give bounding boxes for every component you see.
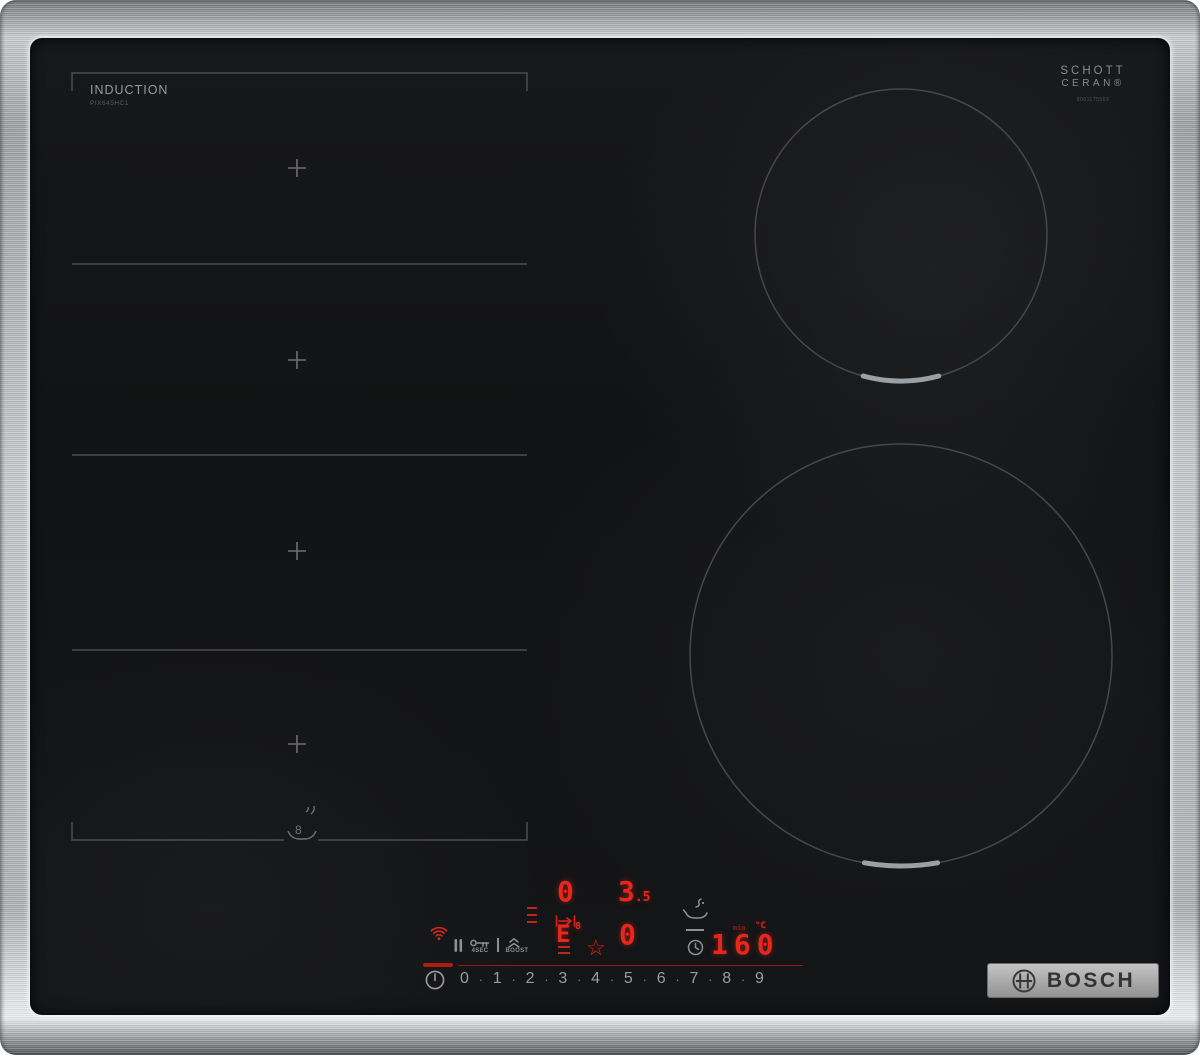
clock-icon <box>687 939 704 956</box>
induction-label: INDUCTION <box>90 83 169 97</box>
cooking-zone-top-ring <box>754 88 1048 382</box>
flex-zone-outline <box>71 72 528 841</box>
cooking-zone-bottom-marker <box>861 860 941 869</box>
flex-zone-bottom-bracket-right <box>318 822 528 841</box>
boost-label: BOOST <box>505 948 529 954</box>
power-level-key-3[interactable]: 3 <box>558 970 567 988</box>
power-display-main: 3 <box>618 875 635 908</box>
cooking-zone-bottom-ring <box>689 443 1113 867</box>
schott-line1: SCHOTT <box>1060 65 1126 77</box>
key-divider <box>497 938 499 952</box>
boost-icon <box>507 938 520 948</box>
frying-sensor-icon <box>682 898 708 919</box>
cooking-zone-top-marker <box>860 373 942 384</box>
sensor-separator-line <box>686 929 704 931</box>
level-separator-dot: · <box>478 971 484 987</box>
flex-zone-indicator-bars-icon <box>527 907 537 923</box>
temperature-display: 160 <box>711 928 780 961</box>
power-level-key-4[interactable]: 4 <box>591 970 600 988</box>
pause-icon <box>454 939 463 952</box>
schott-ceran-logo: SCHOTT CERAN® 9001175569 <box>1045 64 1141 103</box>
power-button[interactable] <box>424 969 446 991</box>
timer-clock-key[interactable] <box>687 939 704 956</box>
level-separator-dot: · <box>577 971 582 987</box>
plus-mark-icon <box>288 735 306 753</box>
plus-mark-icon <box>288 542 306 560</box>
flex-animation-bars-icon <box>558 946 570 954</box>
model-code: PIX645HC1 <box>90 100 129 107</box>
sensor-digit: 8 <box>295 823 302 837</box>
cooktop-product-image: 8 INDUCTION PIX645HC1 SCHOTT CERAN® 9001… <box>0 0 1200 1055</box>
power-level-key-6[interactable]: 6 <box>657 970 666 988</box>
power-display-sub: .5 <box>634 890 651 905</box>
plus-mark-icon <box>288 351 306 369</box>
favourite-star-key[interactable]: ☆ <box>586 937 606 959</box>
key-icon <box>470 939 490 947</box>
power-level-slider[interactable]: 0 · 1 · 2 · 3 · 4 · 5 · 6 · 7 · 8 · 9 <box>460 970 764 988</box>
flex-digit-display: 8 <box>575 921 582 932</box>
power-slider-line <box>458 964 803 967</box>
power-level-key-7[interactable]: 7 <box>689 970 698 988</box>
power-level-key-5[interactable]: 5 <box>624 970 633 988</box>
power-level-key-0[interactable]: 0 <box>460 970 469 988</box>
level-separator-dot: · <box>642 971 647 987</box>
sensor-pan-icon <box>287 830 317 840</box>
sensor-waves-icon <box>305 805 315 815</box>
right-zone-level-display: 0 <box>619 918 636 951</box>
bosch-badge: BOSCH <box>988 964 1158 997</box>
power-level-key-9[interactable]: 9 <box>755 970 764 988</box>
schott-code: 9001175569 <box>1076 96 1110 103</box>
flex-letter-display: E <box>556 920 571 948</box>
level-separator-dot: · <box>544 971 549 987</box>
flex-zone-bottom-bracket-left <box>71 822 284 841</box>
flex-zone-plus-marks <box>288 159 306 753</box>
boost-key[interactable]: BOOST <box>506 938 529 954</box>
round-zones <box>689 88 1113 869</box>
cooking-zones-graphics: 8 <box>71 72 1113 869</box>
childlock-key[interactable]: 4SEC <box>470 938 490 954</box>
childlock-label: 4SEC <box>471 948 489 954</box>
function-keys-group: 4SEC BOOST <box>454 938 528 954</box>
home-connect-wifi-key[interactable] <box>429 925 449 942</box>
power-level-key-8[interactable]: 8 <box>722 970 731 988</box>
power-kw-display: 3.5 <box>618 878 651 906</box>
level-separator-dot: · <box>708 971 713 987</box>
level-separator-dot: · <box>609 971 615 987</box>
bosch-logo-text: BOSCH <box>1046 968 1136 992</box>
power-icon <box>425 970 445 990</box>
flex-zone-level-display: 0 <box>557 875 574 908</box>
power-level-key-1[interactable]: 1 <box>493 970 502 988</box>
bosch-anchor-logo-icon <box>1012 969 1036 992</box>
level-separator-dot: · <box>675 971 680 987</box>
wifi-icon <box>430 926 448 940</box>
power-level-key-2[interactable]: 2 <box>526 970 535 988</box>
level-separator-dot: · <box>740 971 746 987</box>
level-separator-dot: · <box>511 971 516 987</box>
schott-line2: CERAN® <box>1061 78 1125 90</box>
active-select-line <box>423 963 453 967</box>
plus-mark-icon <box>288 159 306 177</box>
pause-key[interactable] <box>454 938 463 953</box>
frying-sensor-zone-icon: 8 <box>287 805 317 840</box>
